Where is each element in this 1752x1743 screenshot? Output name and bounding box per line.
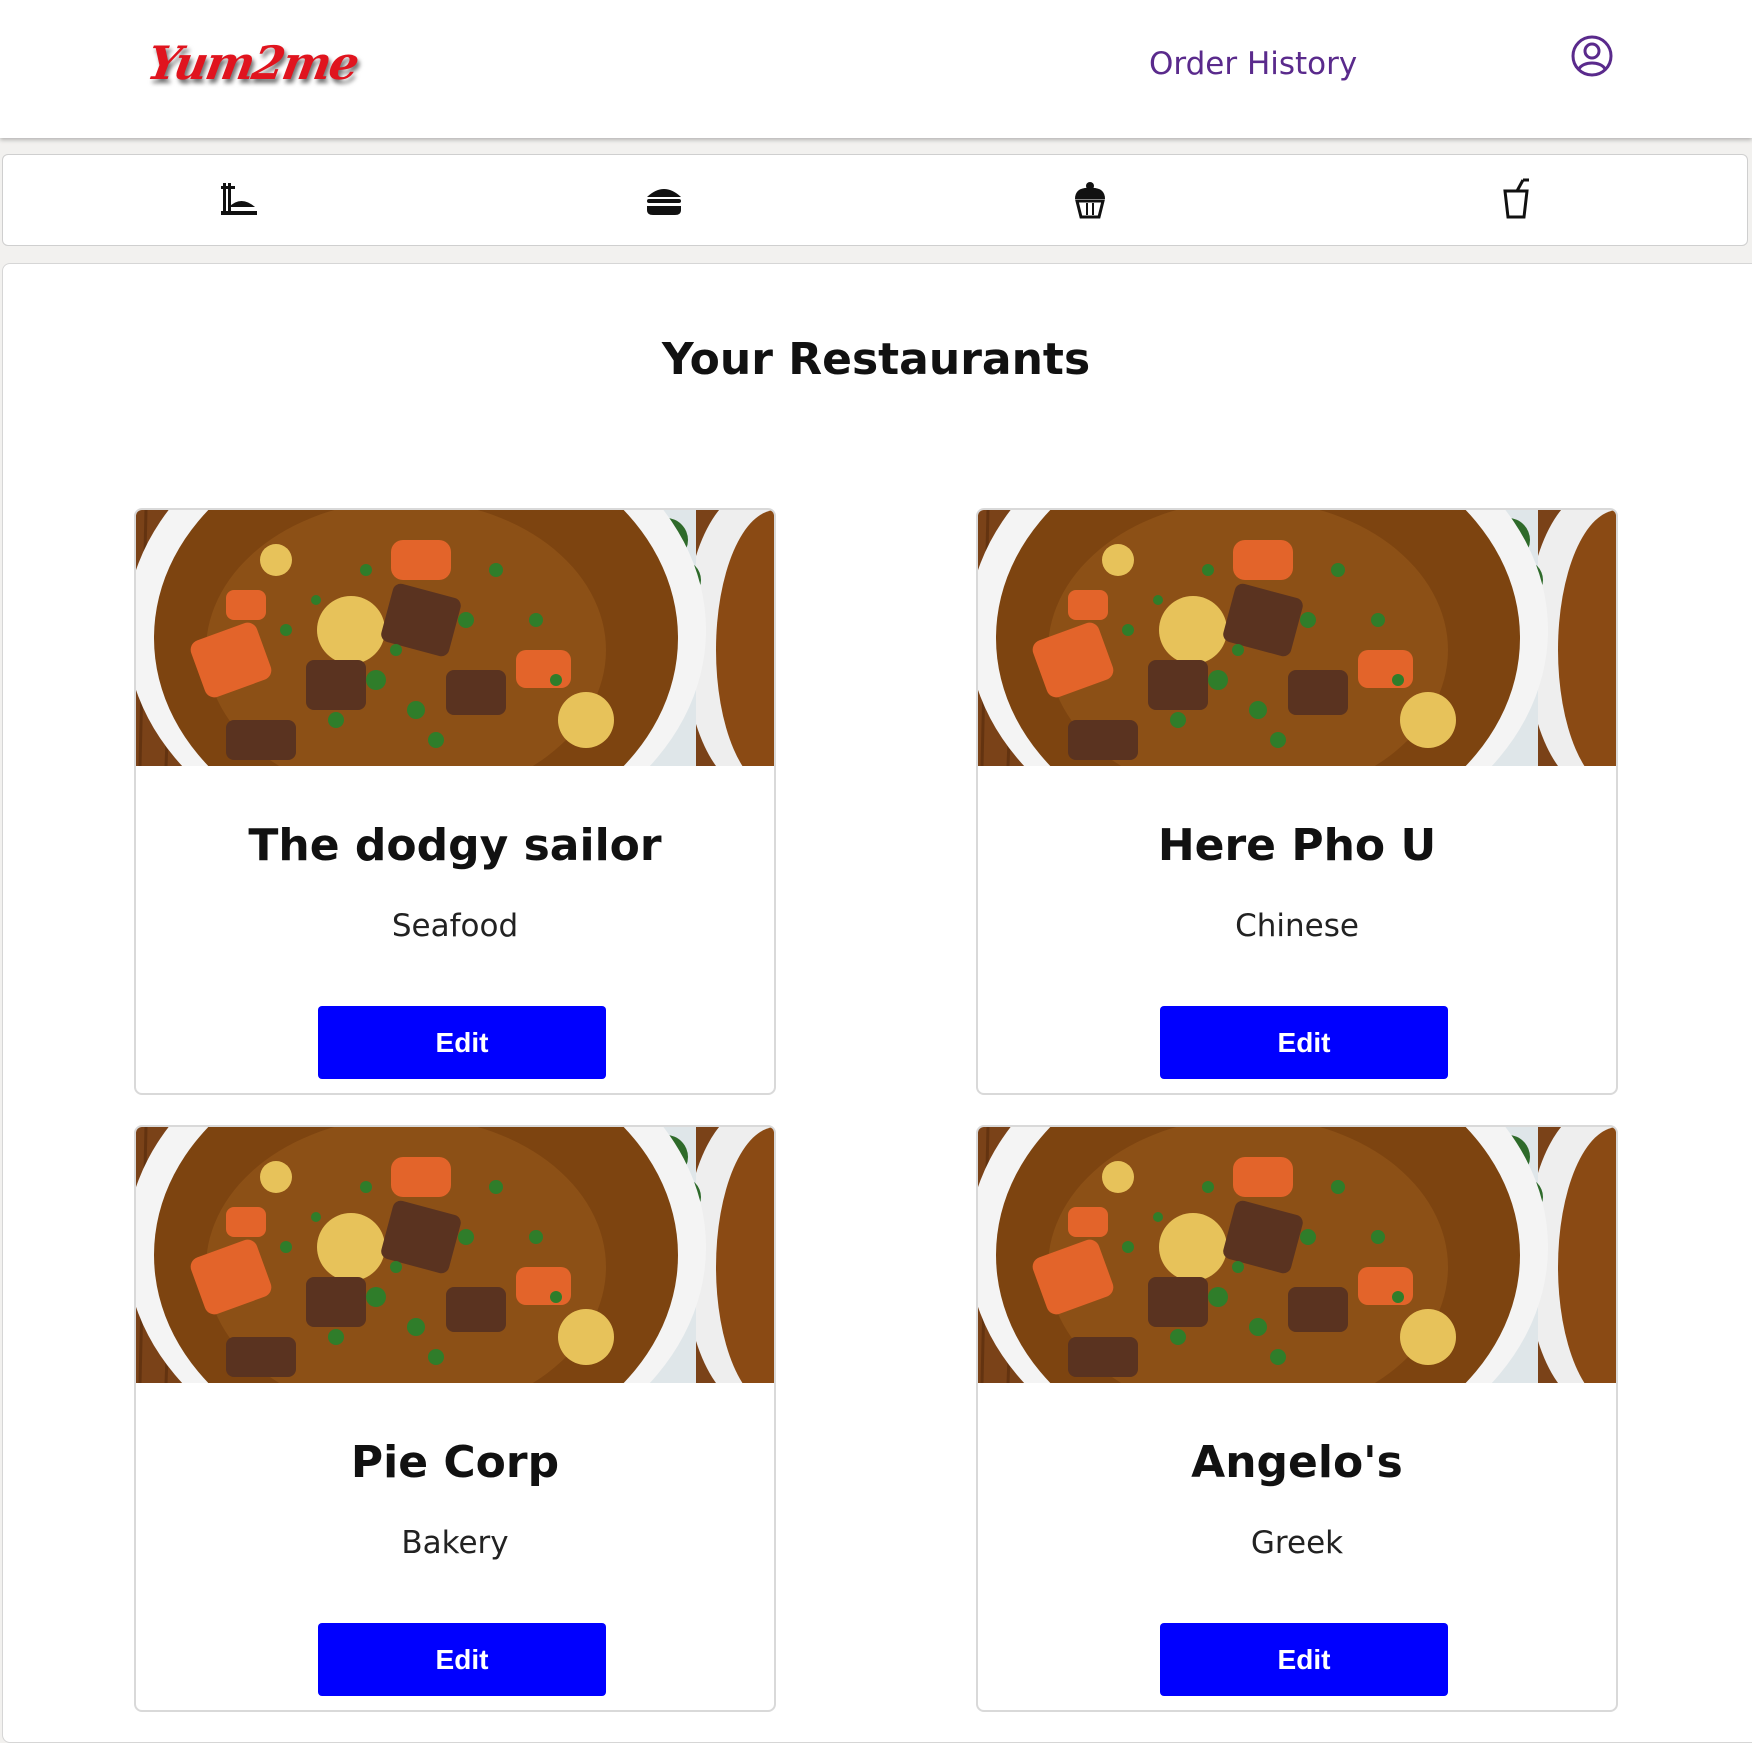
burger-icon[interactable]: [641, 177, 687, 223]
noodles-icon[interactable]: [215, 177, 261, 223]
order-history-link[interactable]: Order History: [1149, 46, 1357, 82]
restaurant-cuisine: Bakery: [401, 1525, 509, 1561]
page-title: Your Restaurants: [661, 334, 1091, 385]
cupcake-icon[interactable]: [1067, 177, 1113, 223]
restaurant-card: The dodgy sailor Seafood Edit: [134, 508, 776, 1095]
restaurant-name: Here Pho U: [1157, 820, 1437, 871]
category-bar: [2, 154, 1748, 246]
restaurant-photo: [136, 510, 776, 766]
brand-logo[interactable]: Yum2me: [143, 36, 361, 90]
top-navbar: Yum2me Order History: [0, 0, 1752, 138]
user-circle-icon[interactable]: [1570, 34, 1614, 78]
restaurant-name: The dodgy sailor: [248, 820, 662, 871]
edit-button[interactable]: Edit: [318, 1623, 606, 1696]
edit-button[interactable]: Edit: [1160, 1006, 1448, 1079]
edit-button[interactable]: Edit: [318, 1006, 606, 1079]
restaurant-photo: [978, 510, 1618, 766]
restaurant-cuisine: Greek: [1250, 1525, 1344, 1561]
restaurant-cuisine: Chinese: [1235, 908, 1359, 944]
edit-button[interactable]: Edit: [1160, 1623, 1448, 1696]
restaurant-name: Pie Corp: [350, 1437, 560, 1488]
restaurant-photo: [136, 1127, 776, 1383]
restaurant-card: Here Pho U Chinese Edit: [976, 508, 1618, 1095]
restaurant-card: Angelo's Greek Edit: [976, 1125, 1618, 1712]
restaurant-cuisine: Seafood: [391, 908, 519, 944]
restaurant-photo: [978, 1127, 1618, 1383]
restaurant-card: Pie Corp Bakery Edit: [134, 1125, 776, 1712]
restaurant-name: Angelo's: [1191, 1437, 1403, 1488]
drink-icon[interactable]: [1493, 177, 1539, 223]
